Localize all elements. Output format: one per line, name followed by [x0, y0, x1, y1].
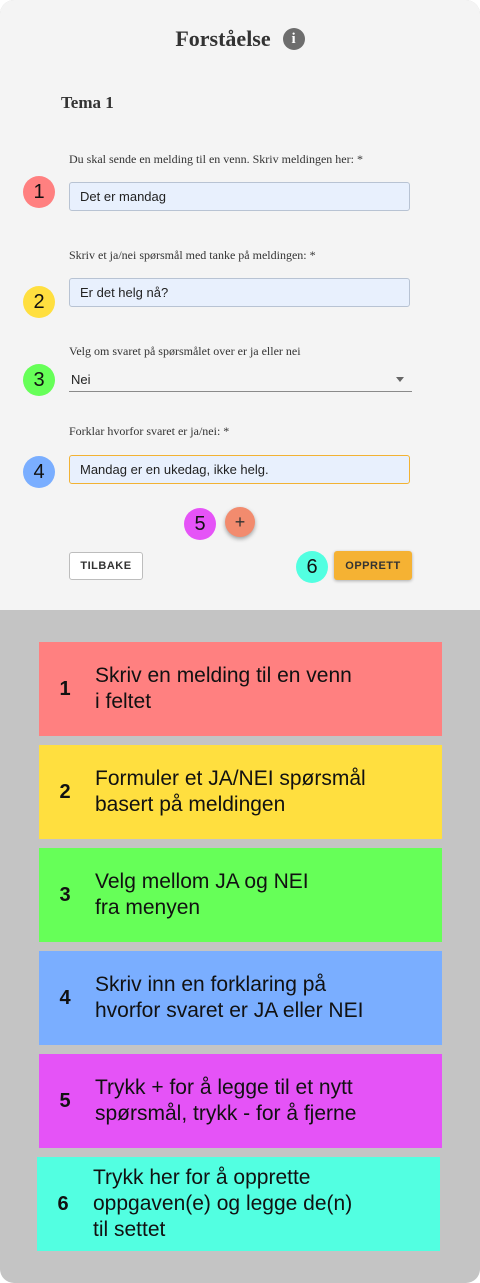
form-area: Forståelse i Tema 1 Du skal sende en mel…	[0, 0, 480, 610]
step-badge-3: 3	[23, 364, 55, 396]
answer-select-value: Nei	[71, 372, 91, 387]
legend-text: Formuler et JA/NEI spørsmål basert på me…	[95, 767, 366, 816]
info-icon[interactable]: i	[282, 28, 305, 50]
legend-number: 2	[59, 780, 71, 803]
reason-input[interactable]: Mandag er en ukedag, ikke helg.	[69, 455, 410, 484]
question-input[interactable]: Er det helg nå?	[69, 278, 410, 307]
legend-text: Velg mellom JA og NEI fra menyen	[95, 870, 309, 919]
question-label: Skriv et ja/nei spørsmål med tanke på me…	[69, 248, 316, 262]
legend-number: 6	[57, 1192, 69, 1215]
legend-item-3: 3 Velg mellom JA og NEI fra menyen	[39, 848, 442, 942]
tutorial-frame: Forståelse i Tema 1 Du skal sende en mel…	[0, 0, 480, 1283]
legend-item-4: 4 Skriv inn en forklaring på hvorfor sva…	[39, 951, 442, 1045]
back-button[interactable]: TILBAKE	[69, 552, 143, 580]
section-title: Tema 1	[61, 93, 114, 112]
legend-text: Skriv en melding til en venn i feltet	[95, 664, 352, 713]
legend-number: 3	[59, 883, 71, 906]
legend-text: Trykk + for å legge til et nytt spørsmål…	[95, 1076, 357, 1125]
message-input[interactable]: Det er mandag	[69, 182, 410, 211]
legend-number: 1	[59, 677, 71, 700]
legend-item-5: 5 Trykk + for å legge til et nytt spørsm…	[39, 1054, 442, 1148]
step-badge-1: 1	[23, 176, 55, 208]
legend-item-2: 2 Formuler et JA/NEI spørsmål basert på …	[39, 745, 442, 839]
legend-text: Trykk her for å opprette oppgaven(e) og …	[93, 1166, 353, 1241]
legend-number: 4	[59, 986, 71, 1009]
reason-label: Forklar hvorfor svaret er ja/nei: *	[69, 424, 230, 438]
page-title: Forståelse	[175, 26, 271, 51]
legend-item-1: 1 Skriv en melding til en venn i feltet	[39, 642, 442, 736]
answer-select[interactable]: Nei	[69, 368, 412, 392]
step-badge-6: 6	[296, 551, 328, 583]
step-badge-5: 5	[184, 508, 216, 540]
legend-item-6: 6 Trykk her for å opprette oppgaven(e) o…	[37, 1157, 440, 1251]
legend-text: Skriv inn en forklaring på hvorfor svare…	[95, 973, 364, 1022]
answer-label: Velg om svaret på spørsmålet over er ja …	[69, 344, 301, 358]
message-label: Du skal sende en melding til en venn. Sk…	[69, 152, 363, 166]
header: Forståelse i	[0, 24, 480, 54]
legend-number: 5	[59, 1089, 71, 1112]
step-badge-4: 4	[23, 456, 55, 488]
create-button[interactable]: OPPRETT	[334, 551, 412, 580]
add-question-button[interactable]: +	[225, 507, 255, 537]
step-badge-2: 2	[23, 286, 55, 318]
dropdown-caret-icon	[396, 377, 404, 382]
